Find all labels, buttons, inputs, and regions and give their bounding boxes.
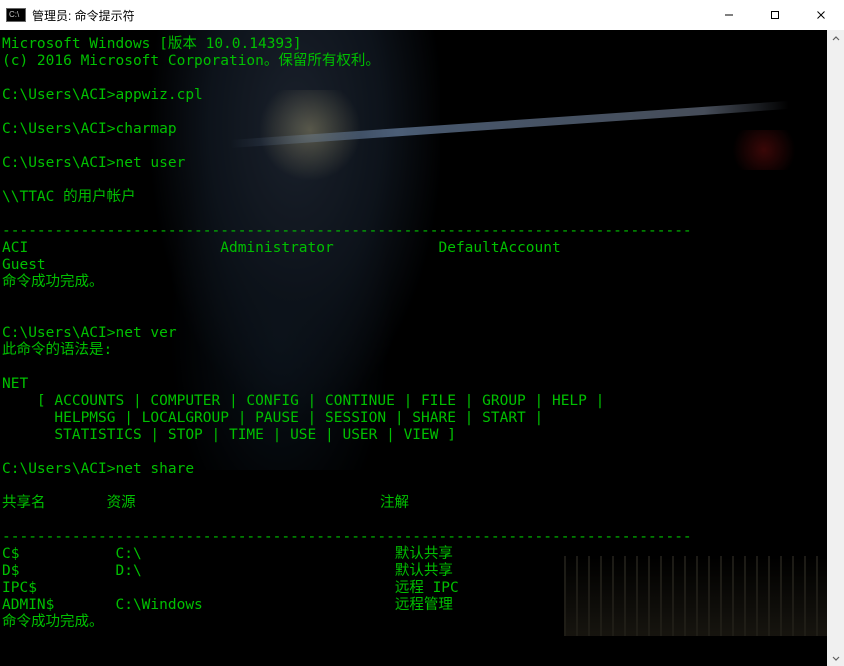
line: Microsoft Windows [版本 10.0.14393] [2, 36, 302, 52]
line: D$ D:\ 默认共享 [2, 563, 453, 579]
window-title: 管理员: 命令提示符 [32, 7, 706, 24]
line: NET [2, 376, 28, 392]
scroll-down-button[interactable] [827, 649, 844, 666]
cmd-window: C:\ 管理员: 命令提示符 Microsoft Windows [版本 10.… [0, 0, 844, 666]
maximize-button[interactable] [752, 0, 798, 30]
line: 命令成功完成。 [2, 614, 104, 630]
line: ----------------------------------------… [2, 529, 692, 545]
title-bar[interactable]: C:\ 管理员: 命令提示符 [0, 0, 844, 30]
line: 命令成功完成。 [2, 274, 104, 290]
line: ----------------------------------------… [2, 223, 692, 239]
line: C:\Users\ACI>charmap [2, 121, 177, 137]
minimize-button[interactable] [706, 0, 752, 30]
line: C$ C:\ 默认共享 [2, 546, 453, 562]
line: IPC$ 远程 IPC [2, 580, 459, 596]
line: C:\Users\ACI>appwiz.cpl [2, 87, 203, 103]
line: [ ACCOUNTS | COMPUTER | CONFIG | CONTINU… [2, 393, 604, 409]
line: Guest [2, 257, 46, 273]
line: (c) 2016 Microsoft Corporation。保留所有权利。 [2, 53, 380, 69]
close-button[interactable] [798, 0, 844, 30]
line: 共享名 资源 注解 [2, 495, 409, 511]
scroll-up-button[interactable] [827, 30, 844, 47]
line: STATISTICS | STOP | TIME | USE | USER | … [2, 427, 456, 443]
line: \\TTAC 的用户帐户 [2, 189, 136, 205]
line: ACI Administrator DefaultAccount [2, 240, 561, 256]
line: C:\Users\ACI>net user [2, 155, 185, 171]
terminal-output[interactable]: Microsoft Windows [版本 10.0.14393] (c) 20… [2, 36, 827, 666]
client-area: Microsoft Windows [版本 10.0.14393] (c) 20… [0, 30, 844, 666]
line: 此命令的语法是: [2, 342, 112, 358]
line: C:\Users\ACI>net share [2, 461, 194, 477]
line: HELPMSG | LOCALGROUP | PAUSE | SESSION |… [2, 410, 543, 426]
vertical-scrollbar[interactable] [827, 30, 844, 666]
app-icon: C:\ [6, 8, 26, 22]
line: C:\Users\ACI>net ver [2, 325, 177, 341]
line: ADMIN$ C:\Windows 远程管理 [2, 597, 453, 613]
